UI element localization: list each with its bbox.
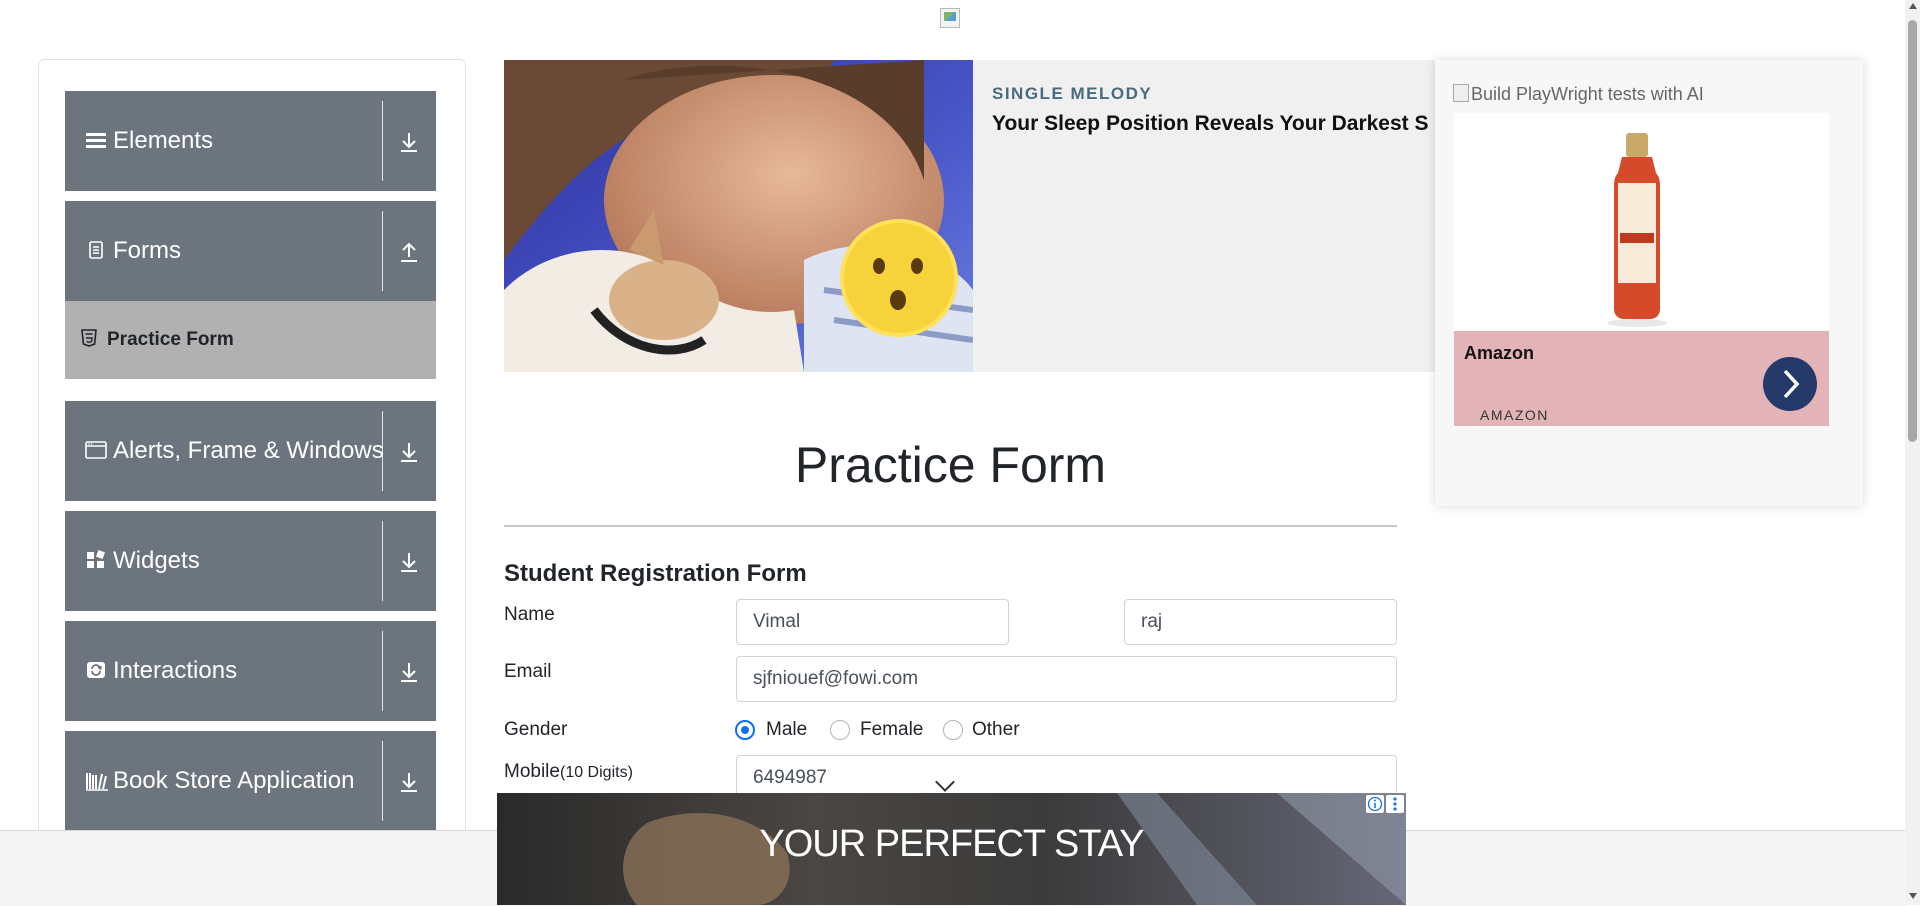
sidebar-group-label: Elements: [113, 127, 214, 154]
hamburger-icon: [85, 129, 107, 151]
divider: [382, 211, 383, 291]
sidebar-item-practice-form[interactable]: Practice Form: [65, 301, 436, 379]
last-name-input[interactable]: raj: [1124, 599, 1397, 645]
side-ad-alt-label: Build PlayWright tests with AI: [1471, 84, 1704, 104]
download-arrow-icon[interactable]: [395, 768, 423, 796]
product-image: [1454, 113, 1829, 331]
divider: [382, 411, 383, 491]
gender-other-label[interactable]: Other: [972, 719, 1020, 741]
product-card[interactable]: Amazon AMAZON: [1454, 113, 1829, 426]
divider: [382, 101, 383, 181]
bottom-ad[interactable]: YOUR PERFECT STAY: [497, 793, 1406, 905]
page-title: Practice Form: [794, 437, 1107, 493]
broken-image-icon: [1453, 84, 1469, 102]
divider: [382, 741, 383, 821]
side-ad[interactable]: Build PlayWright tests with AI Amazon AM…: [1435, 60, 1863, 506]
bottom-ad-text[interactable]: YOUR PERFECT STAY: [497, 823, 1406, 866]
mobile-label: Mobile(10 Digits): [504, 761, 633, 783]
download-arrow-icon[interactable]: [395, 658, 423, 686]
download-arrow-icon[interactable]: [395, 438, 423, 466]
sidebar-group-label: Book Store Application: [113, 767, 355, 794]
sidebar-group-interactions[interactable]: Interactions: [65, 621, 436, 721]
title-divider: [504, 525, 1397, 527]
ad-menu-icon[interactable]: [1386, 795, 1404, 813]
refresh-icon: [85, 659, 107, 681]
email-label: Email: [504, 661, 552, 682]
mobile-label-text: Mobile: [504, 761, 560, 782]
sidebar-group-elements[interactable]: Elements: [65, 91, 436, 191]
product-name[interactable]: Amazon: [1464, 343, 1534, 364]
books-icon: [85, 769, 108, 791]
banner-ad-brand[interactable]: SINGLE MELODY: [992, 84, 1152, 104]
side-ad-alt-text[interactable]: Build PlayWright tests with AI: [1453, 84, 1704, 105]
divider: [382, 631, 383, 711]
name-label: Name: [504, 604, 555, 625]
html5-icon: [81, 329, 97, 352]
download-arrow-icon[interactable]: [395, 128, 423, 156]
widgets-icon: [85, 549, 107, 571]
first-name-input[interactable]: Vimal: [736, 599, 1009, 645]
sidebar-group-label: Alerts, Frame & Windows: [113, 437, 384, 464]
email-input[interactable]: sjfniouef@fowi.com: [736, 656, 1397, 702]
download-arrow-icon[interactable]: [395, 548, 423, 576]
site-logo-broken-image[interactable]: [940, 8, 960, 28]
gender-male-radio[interactable]: [735, 720, 755, 740]
chevron-right-button[interactable]: [1763, 357, 1817, 411]
banner-ad-headline[interactable]: Your Sleep Position Reveals Your Darkest…: [992, 112, 1452, 136]
sidebar-group-alerts[interactable]: Alerts, Frame & Windows: [65, 401, 436, 501]
mobile-hint: (10 Digits): [559, 764, 633, 781]
sidebar-group-widgets[interactable]: Widgets: [65, 511, 436, 611]
banner-ad-image[interactable]: [504, 60, 973, 372]
gender-label: Gender: [504, 719, 568, 740]
gender-female-radio[interactable]: [830, 720, 850, 740]
window-icon: [85, 439, 107, 461]
product-footer[interactable]: Amazon AMAZON: [1454, 331, 1829, 426]
sidebar-group-label: Interactions: [113, 657, 238, 684]
scroll-down-arrow-icon[interactable]: [1909, 893, 1917, 899]
upload-arrow-icon[interactable]: [395, 238, 423, 266]
form-heading: Student Registration Form: [504, 560, 807, 587]
gender-other-radio[interactable]: [943, 720, 963, 740]
scrollbar[interactable]: [1905, 0, 1920, 905]
chevron-right-icon: [1783, 369, 1800, 399]
sidebar-group-forms[interactable]: Forms: [65, 201, 436, 301]
sidebar-item-label: Practice Form: [107, 329, 234, 350]
document-icon: [85, 239, 107, 261]
ad-info-icon[interactable]: [1366, 795, 1384, 813]
scrollbar-thumb[interactable]: [1908, 20, 1917, 442]
gender-male-label[interactable]: Male: [766, 719, 807, 741]
sidebar-group-label: Forms: [113, 237, 181, 264]
divider: [382, 521, 383, 601]
gender-female-label[interactable]: Female: [860, 719, 923, 741]
sidebar-group-book-store[interactable]: Book Store Application: [65, 731, 436, 831]
sidebar: Elements Forms Practice Form Alerts, Fra…: [38, 59, 466, 905]
scroll-up-arrow-icon[interactable]: [1909, 3, 1917, 9]
sidebar-group-label: Widgets: [113, 547, 200, 574]
product-source: AMAZON: [1480, 407, 1549, 423]
